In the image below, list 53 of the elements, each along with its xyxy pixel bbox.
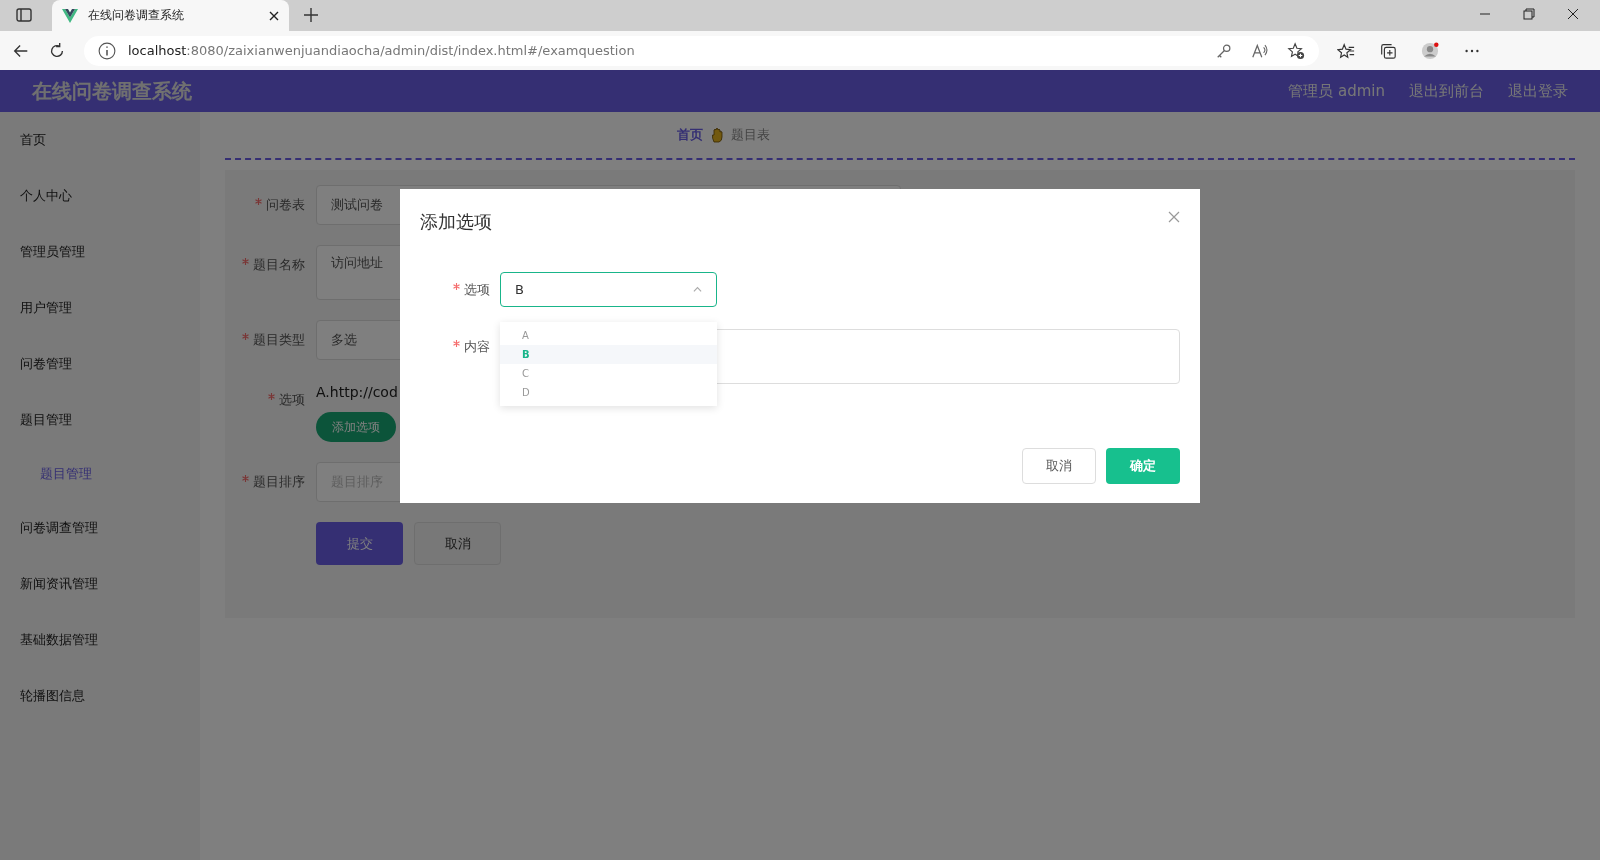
header-link[interactable]: 管理员 admin	[1288, 81, 1385, 101]
dropdown-option[interactable]: D	[500, 383, 717, 402]
sidebar-item[interactable]: 问卷调查管理	[20, 519, 98, 537]
dropdown-option[interactable]: C	[500, 364, 717, 383]
info-icon[interactable]	[98, 41, 116, 60]
dialog-title: 添加选项	[420, 210, 492, 234]
sidebar-item[interactable]: 管理员管理	[20, 243, 85, 261]
add-option-button[interactable]: 添加选项	[316, 412, 396, 442]
option-select[interactable]: B	[500, 272, 717, 307]
sidebar-item[interactable]: 基础数据管理	[20, 631, 98, 649]
browser-tab[interactable]: 在线问卷调查系统	[52, 0, 289, 31]
field-label: 题目排序	[253, 474, 305, 489]
tabs-icon[interactable]	[16, 7, 32, 23]
chevron-up-icon	[693, 285, 702, 294]
header-link[interactable]: 退出到前台	[1409, 81, 1484, 101]
field-label: 选项	[279, 392, 305, 407]
star-add-icon[interactable]	[1287, 41, 1305, 60]
field-label: 题目名称	[253, 257, 305, 272]
sidebar-item[interactable]: 轮播图信息	[20, 687, 85, 705]
breadcrumb-link[interactable]: 首页	[677, 126, 703, 144]
sidebar-item[interactable]: 用户管理	[20, 299, 72, 317]
cancel-button[interactable]: 取消	[1022, 448, 1096, 484]
sidebar-item[interactable]: 新闻资讯管理	[20, 575, 98, 593]
url-text: localhost:8080/zaixianwenjuandiaocha/admin/dist/index.html#/examquestion	[128, 43, 635, 58]
sidebar-item[interactable]: 题目管理	[20, 411, 72, 429]
favorites-icon[interactable]	[1337, 41, 1355, 60]
collections-icon[interactable]	[1379, 41, 1397, 60]
vue-logo-icon	[62, 8, 78, 23]
confirm-button[interactable]: 确定	[1106, 448, 1180, 484]
dropdown-option[interactable]: B	[500, 345, 717, 364]
hand-icon	[711, 127, 723, 143]
cancel-button[interactable]: 取消	[414, 522, 501, 565]
field-label: 内容	[463, 339, 490, 354]
close-icon[interactable]	[269, 10, 279, 21]
close-icon[interactable]	[1566, 7, 1580, 21]
new-tab-icon[interactable]	[303, 7, 319, 23]
header-link[interactable]: 退出登录	[1508, 81, 1568, 101]
restore-icon[interactable]	[1522, 7, 1536, 21]
sidebar-subitem[interactable]: 题目管理	[40, 465, 92, 483]
option-text: A.http://cod	[316, 383, 398, 402]
sidebar-item[interactable]: 问卷管理	[20, 355, 72, 373]
submit-button[interactable]: 提交	[316, 522, 403, 565]
field-label: 题目类型	[253, 332, 305, 347]
address-bar[interactable]: localhost:8080/zaixianwenjuandiaocha/admin/dist/index.html#/examquestion	[84, 35, 1319, 66]
dropdown-option[interactable]: A	[500, 326, 717, 345]
sidebar-item[interactable]: 个人中心	[20, 187, 72, 205]
field-label: 问卷表	[266, 197, 305, 212]
profile-avatar-icon[interactable]	[1421, 41, 1439, 60]
field-label: 选项	[464, 282, 490, 297]
reload-icon[interactable]	[48, 41, 66, 60]
app-title: 在线问卷调查系统	[32, 77, 192, 105]
read-aloud-icon[interactable]	[1251, 41, 1269, 60]
sidebar-item[interactable]: 首页	[20, 131, 46, 149]
